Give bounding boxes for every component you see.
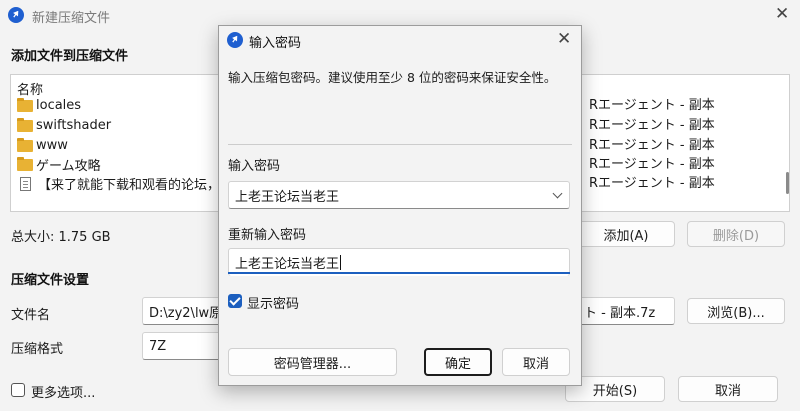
main-cancel-button[interactable]: 取消 — [678, 376, 778, 402]
folder-icon — [17, 117, 33, 132]
filename-field-tail[interactable]: ト - 副本.7z — [577, 297, 675, 325]
list-item-name: 【来了就能下载和观看的论坛，纯 — [38, 178, 234, 193]
list-item-name: locales — [36, 98, 82, 113]
list-item-column: Rエージェント - 副本 — [589, 98, 715, 113]
add-files-heading: 添加文件到压缩文件 — [11, 49, 129, 64]
format-label: 压缩格式 — [11, 342, 64, 357]
password-dialog: 输入密码 ✕ 输入压缩包密码。建议使用至少 8 位的密码来保证安全性。 输入密码… — [218, 25, 582, 386]
add-button[interactable]: 添加(A) — [577, 221, 675, 247]
show-password-checkbox[interactable] — [228, 294, 242, 308]
browse-button[interactable]: 浏览(B)... — [687, 298, 785, 324]
ok-button[interactable]: 确定 — [424, 348, 492, 376]
divider — [228, 144, 572, 145]
list-item-name: www — [36, 138, 68, 153]
filename-value: D:\zy2\lw原\ — [149, 305, 227, 321]
settings-heading: 压缩文件设置 — [11, 273, 90, 288]
window-title: 新建压缩文件 — [32, 11, 111, 26]
list-item-column: Rエージェント - 副本 — [589, 157, 715, 172]
password-manager-button[interactable]: 密码管理器... — [228, 348, 397, 376]
list-item-column: Rエージェント - 副本 — [589, 138, 715, 153]
reenter-value: 上老王论坛当老王 — [235, 257, 340, 272]
total-size: 总大小: 1.75 GB — [11, 230, 111, 245]
app-icon — [8, 7, 24, 23]
text-cursor — [340, 255, 342, 270]
more-options-checkbox[interactable] — [11, 383, 25, 397]
list-item-column: Rエージェント - 副本 — [589, 118, 715, 133]
list-item-column: Rエージェント - 副本 — [589, 176, 715, 191]
chevron-down-icon[interactable] — [552, 188, 563, 199]
list-item-name: swiftshader — [36, 118, 112, 133]
dialog-app-icon — [227, 32, 243, 48]
delete-button[interactable]: 删除(D) — [687, 221, 785, 247]
folder-icon — [17, 97, 33, 112]
format-value: 7Z — [149, 338, 167, 354]
folder-icon — [17, 156, 33, 171]
reenter-label: 重新输入密码 — [228, 228, 307, 243]
dialog-title: 输入密码 — [249, 36, 302, 51]
folder-icon — [17, 137, 33, 152]
dialog-close-icon[interactable]: ✕ — [557, 31, 571, 48]
filename-tail: ト - 副本.7z — [584, 305, 656, 321]
password-field[interactable]: 上老王论坛当老王 — [228, 181, 570, 209]
dialog-description: 输入压缩包密码。建议使用至少 8 位的密码来保证安全性。 — [228, 70, 557, 85]
more-options-label[interactable]: 更多选项... — [31, 382, 95, 401]
scrollbar[interactable] — [786, 172, 789, 194]
close-icon[interactable]: ✕ — [775, 6, 789, 23]
filename-label: 文件名 — [11, 308, 51, 323]
password-value: 上老王论坛当老王 — [235, 189, 340, 205]
dialog-cancel-button[interactable]: 取消 — [502, 348, 570, 376]
show-password-label[interactable]: 显示密码 — [247, 293, 299, 312]
focus-underline — [228, 272, 570, 274]
document-icon — [20, 176, 31, 191]
password-label: 输入密码 — [228, 159, 281, 174]
list-item-name: ゲーム攻略 — [36, 159, 101, 174]
